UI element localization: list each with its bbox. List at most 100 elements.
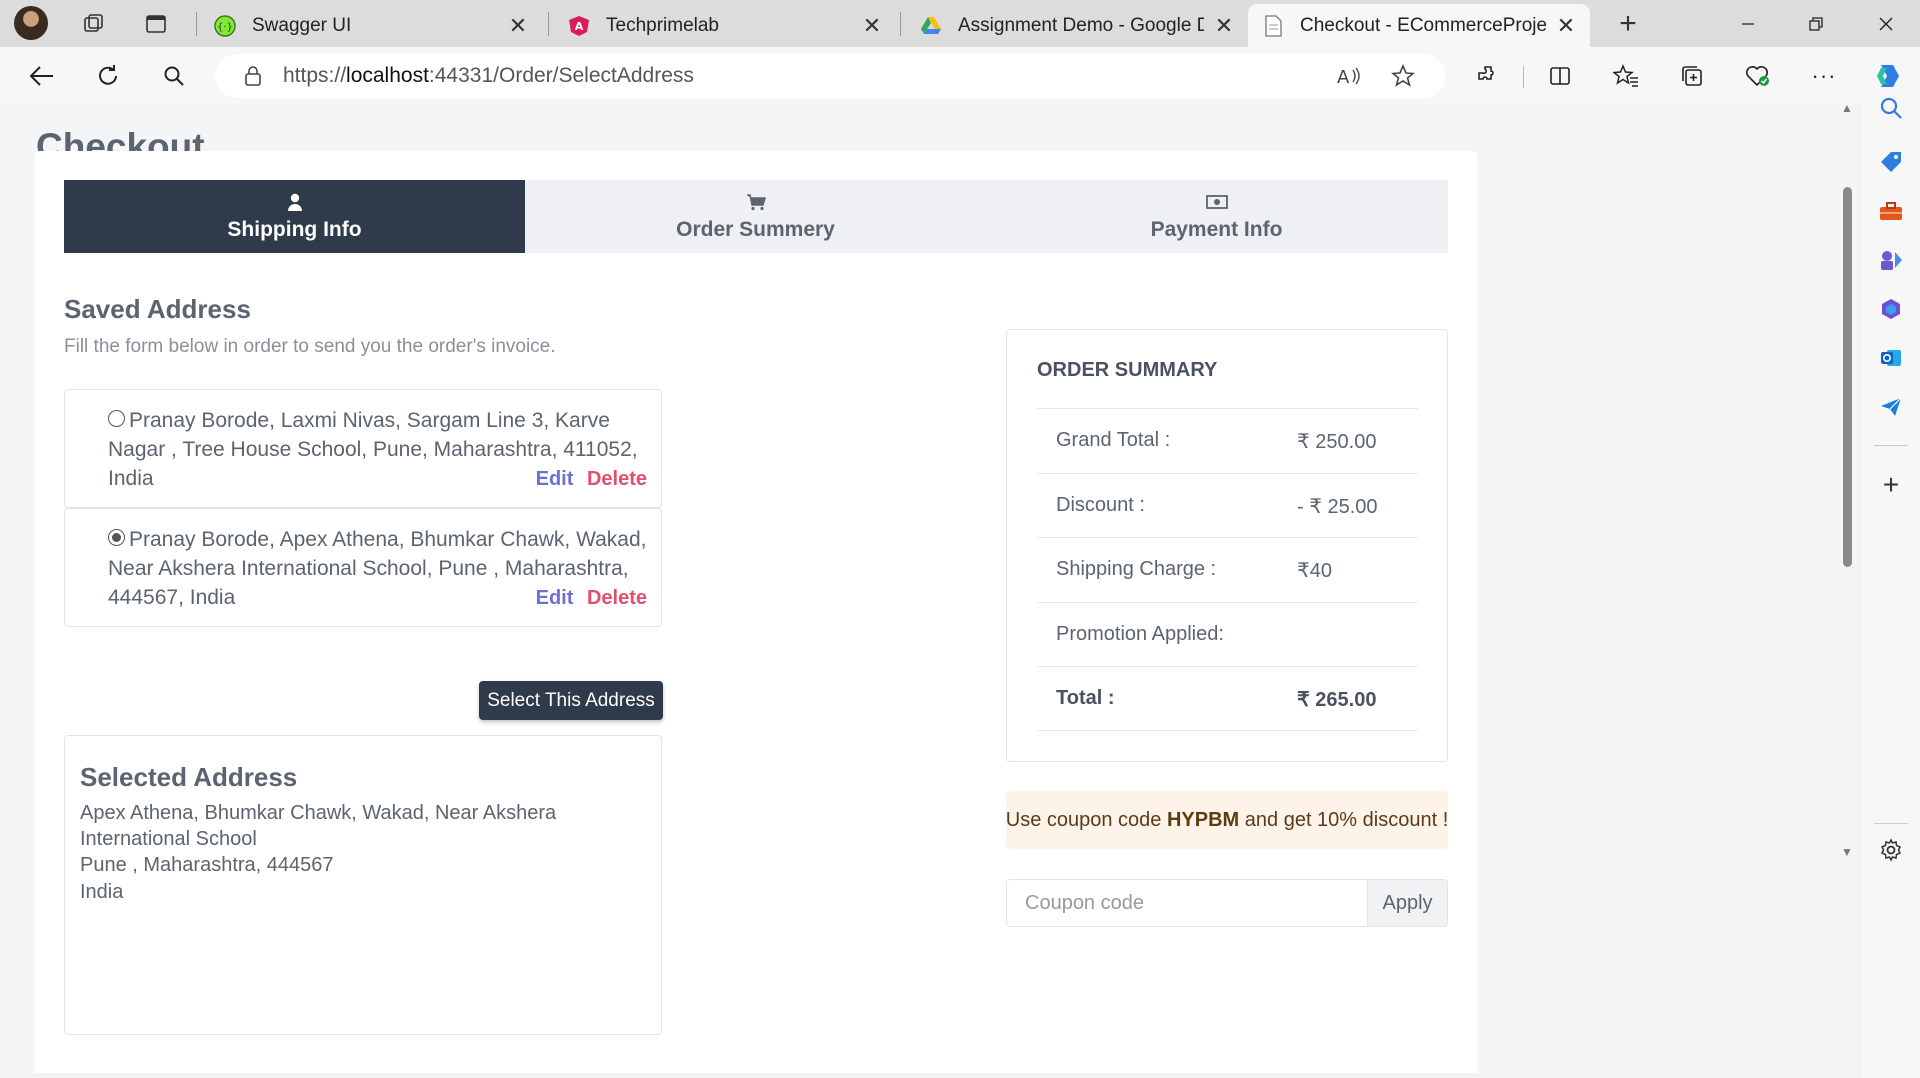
minimize-icon[interactable] <box>1714 0 1782 47</box>
search-icon[interactable] <box>154 57 194 95</box>
collections-icon[interactable] <box>1672 57 1712 95</box>
tab-swagger[interactable]: {·} Swagger UI ✕ <box>200 4 542 47</box>
cart-icon <box>745 192 767 212</box>
summary-label: Total : <box>1056 687 1115 709</box>
address-actions: Edit Delete <box>536 587 647 610</box>
lock-icon[interactable] <box>243 65 263 87</box>
new-tab-icon[interactable]: + <box>1612 7 1644 40</box>
sidebar-separator <box>1874 823 1908 824</box>
coupon-banner-suffix: and get 10% discount ! <box>1239 808 1449 831</box>
tab-google-drive[interactable]: Assignment Demo - Google Dri ✕ <box>906 4 1248 47</box>
tab-actions-icon[interactable] <box>140 8 172 40</box>
shopping-tag-icon[interactable] <box>1876 147 1906 177</box>
page-scrollbar[interactable]: ▲ ▼ <box>1839 105 1856 1073</box>
scroll-down-arrow-icon[interactable]: ▼ <box>1841 845 1853 859</box>
delete-link[interactable]: Delete <box>587 587 647 609</box>
step-order-summary[interactable]: Order Summery <box>525 180 986 253</box>
window-close-icon[interactable] <box>1852 0 1920 47</box>
scrollbar-thumb[interactable] <box>1843 187 1852 567</box>
favorite-star-icon[interactable] <box>1389 62 1417 90</box>
step-payment-info[interactable]: Payment Info <box>986 180 1447 253</box>
step-label: Payment Info <box>1150 217 1283 241</box>
extensions-icon[interactable] <box>1468 57 1508 95</box>
selected-address-box: Selected Address Apex Athena, Bhumkar Ch… <box>64 735 662 1035</box>
order-summary-panel: ORDER SUMMARY Grand Total : ₹ 250.00 Dis… <box>1006 329 1448 762</box>
tab-label: Checkout - ECommerceProject <box>1300 14 1546 36</box>
tab-label: Assignment Demo - Google Dri <box>958 14 1204 36</box>
money-icon <box>1205 192 1228 212</box>
summary-value: ₹40 <box>1297 560 1332 582</box>
workspaces-icon[interactable] <box>78 8 110 40</box>
profile-avatar[interactable] <box>14 6 48 40</box>
copilot-icon[interactable] <box>1868 57 1908 95</box>
svg-text:A: A <box>1337 67 1350 88</box>
back-arrow-icon[interactable] <box>22 57 62 95</box>
delete-link[interactable]: Delete <box>587 468 647 490</box>
coupon-banner: Use coupon code HYPBM and get 10% discou… <box>1006 791 1448 849</box>
coupon-code: HYPBM <box>1166 808 1240 831</box>
address-actions: Edit Delete <box>536 468 647 491</box>
close-icon[interactable]: ✕ <box>1556 13 1576 39</box>
outlook-icon[interactable] <box>1876 343 1906 373</box>
sidebar-separator <box>1874 445 1908 446</box>
order-summary-title: ORDER SUMMARY <box>1037 359 1218 381</box>
svg-text:A: A <box>575 20 584 33</box>
browser-essentials-icon[interactable] <box>1738 57 1778 95</box>
send-telegram-icon[interactable] <box>1876 392 1906 422</box>
step-shipping-info[interactable]: Shipping Info <box>64 180 525 253</box>
selected-address-line1: Apex Athena, Bhumkar Chawk, Wakad, Near … <box>80 802 557 850</box>
games-icon[interactable] <box>1876 245 1906 275</box>
user-icon <box>284 192 306 212</box>
read-aloud-icon[interactable]: A <box>1335 62 1363 90</box>
more-menu-icon[interactable]: ··· <box>1804 57 1844 95</box>
apply-coupon-button[interactable]: Apply <box>1367 879 1448 927</box>
page-icon <box>1262 14 1284 37</box>
selected-address-line3: India <box>80 881 124 903</box>
tab-techprimelab[interactable]: A Techprimelab ✕ <box>554 4 896 47</box>
favorites-icon[interactable] <box>1606 57 1646 95</box>
address-option: Pranay Borode, Laxmi Nivas, Sargam Line … <box>64 389 662 508</box>
summary-value: ₹ 250.00 <box>1297 431 1377 453</box>
url-text[interactable]: https://localhost:44331/Order/SelectAddr… <box>283 64 694 88</box>
microsoft-365-icon[interactable] <box>1876 294 1906 324</box>
tab-label: Swagger UI <box>252 14 352 36</box>
add-sidebar-app-icon[interactable]: + <box>1876 469 1906 500</box>
summary-row-shipping: Shipping Charge : ₹40 <box>1037 537 1418 602</box>
saved-address-subtitle: Fill the form below in order to send you… <box>64 336 556 357</box>
edit-link[interactable]: Edit <box>536 587 574 609</box>
close-icon[interactable]: ✕ <box>862 13 882 39</box>
close-icon[interactable]: ✕ <box>1214 13 1234 39</box>
address-option: Pranay Borode, Apex Athena, Bhumkar Chaw… <box>64 508 662 627</box>
step-label: Shipping Info <box>227 217 362 241</box>
checkout-steps: Shipping Info Order Summery Payment Info <box>64 180 1448 253</box>
saved-address-title: Saved Address <box>64 294 251 324</box>
summary-value: - ₹ 25.00 <box>1297 496 1378 518</box>
tab-separator <box>900 12 901 36</box>
summary-row-grand-total: Grand Total : ₹ 250.00 <box>1037 408 1418 473</box>
selected-address-title: Selected Address <box>80 762 298 792</box>
close-icon[interactable]: ✕ <box>508 13 528 39</box>
summary-label: Discount : <box>1056 494 1145 516</box>
summary-label: Shipping Charge : <box>1056 558 1217 580</box>
browser-toolbar: https://localhost:44331/Order/SelectAddr… <box>0 47 1920 105</box>
restore-icon[interactable] <box>1782 0 1850 47</box>
tab-checkout[interactable]: Checkout - ECommerceProject ✕ <box>1248 4 1590 47</box>
split-screen-icon[interactable] <box>1540 57 1580 95</box>
tools-toolbox-icon[interactable] <box>1876 196 1906 226</box>
google-drive-icon <box>920 15 942 37</box>
sidebar-settings-gear-icon[interactable] <box>1876 835 1906 865</box>
sidebar-search-icon[interactable] <box>1876 93 1906 123</box>
edit-link[interactable]: Edit <box>536 468 574 490</box>
address-bar[interactable]: https://localhost:44331/Order/SelectAddr… <box>215 54 1445 98</box>
summary-row-discount: Discount : - ₹ 25.00 <box>1037 473 1418 538</box>
scroll-up-arrow-icon[interactable]: ▲ <box>1841 105 1853 115</box>
tab-separator <box>196 12 197 36</box>
summary-row-total: Total : ₹ 265.00 <box>1037 666 1418 731</box>
swagger-icon: {·} <box>214 14 236 37</box>
coupon-banner-prefix: Use coupon code <box>1005 808 1167 831</box>
edge-sidebar: + <box>1862 97 1920 1078</box>
refresh-icon[interactable] <box>88 57 128 95</box>
coupon-code-input[interactable]: Coupon code <box>1006 879 1368 927</box>
summary-label: Grand Total : <box>1056 429 1171 451</box>
select-address-button[interactable]: Select This Address <box>479 681 663 720</box>
